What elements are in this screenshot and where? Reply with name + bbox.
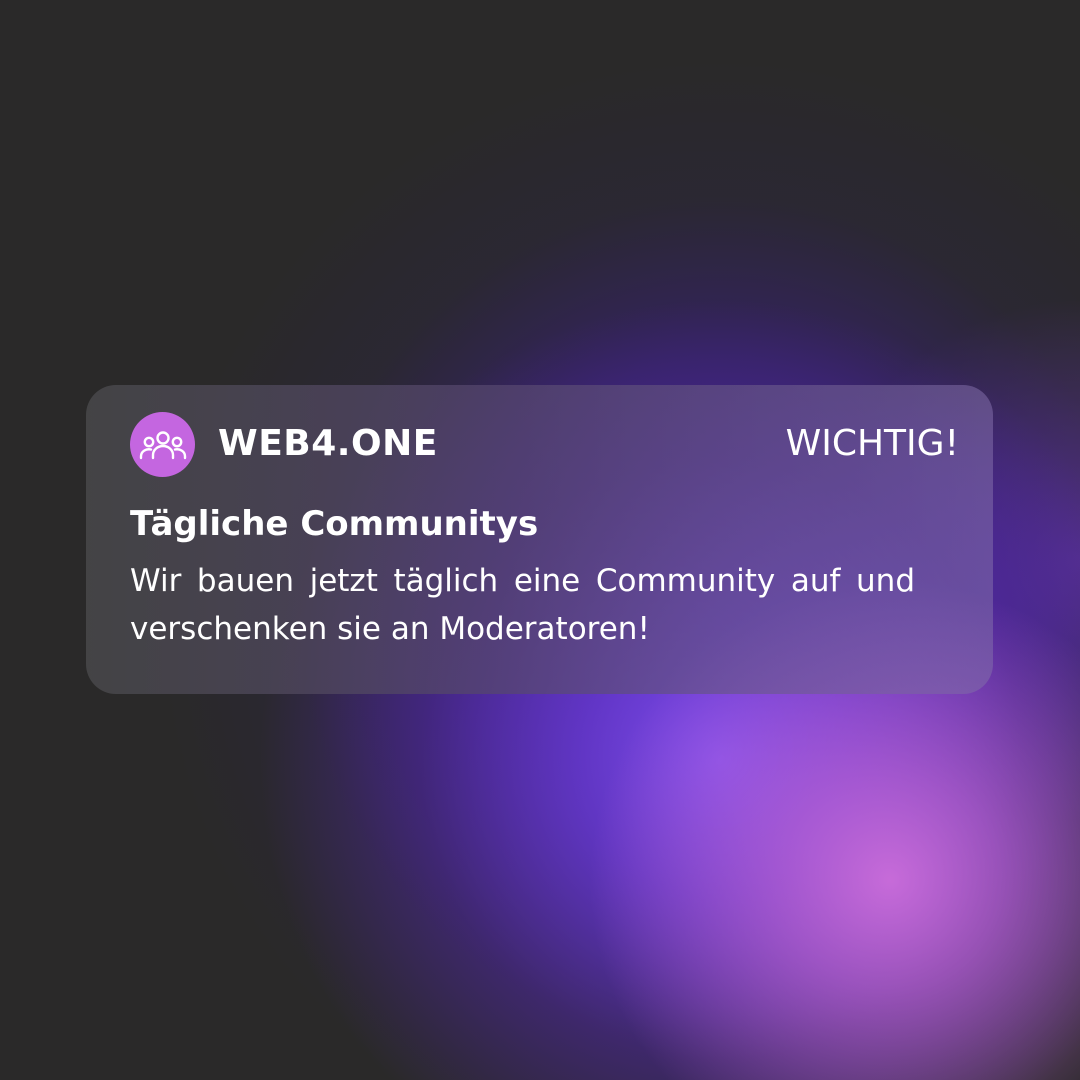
- notification-title: Tägliche Communitys: [130, 504, 539, 544]
- app-name: WEB4.ONE: [218, 423, 438, 464]
- notification-message: Wir bauen jetzt täglich eine Community a…: [130, 563, 915, 647]
- canvas: WEB4.ONE WICHTIG! Tägliche Communitys Wi…: [0, 0, 1080, 1080]
- notification-card[interactable]: WEB4.ONE WICHTIG! Tägliche Communitys Wi…: [86, 385, 993, 694]
- priority-label: WICHTIG!: [785, 423, 959, 464]
- community-group-icon: [130, 412, 195, 477]
